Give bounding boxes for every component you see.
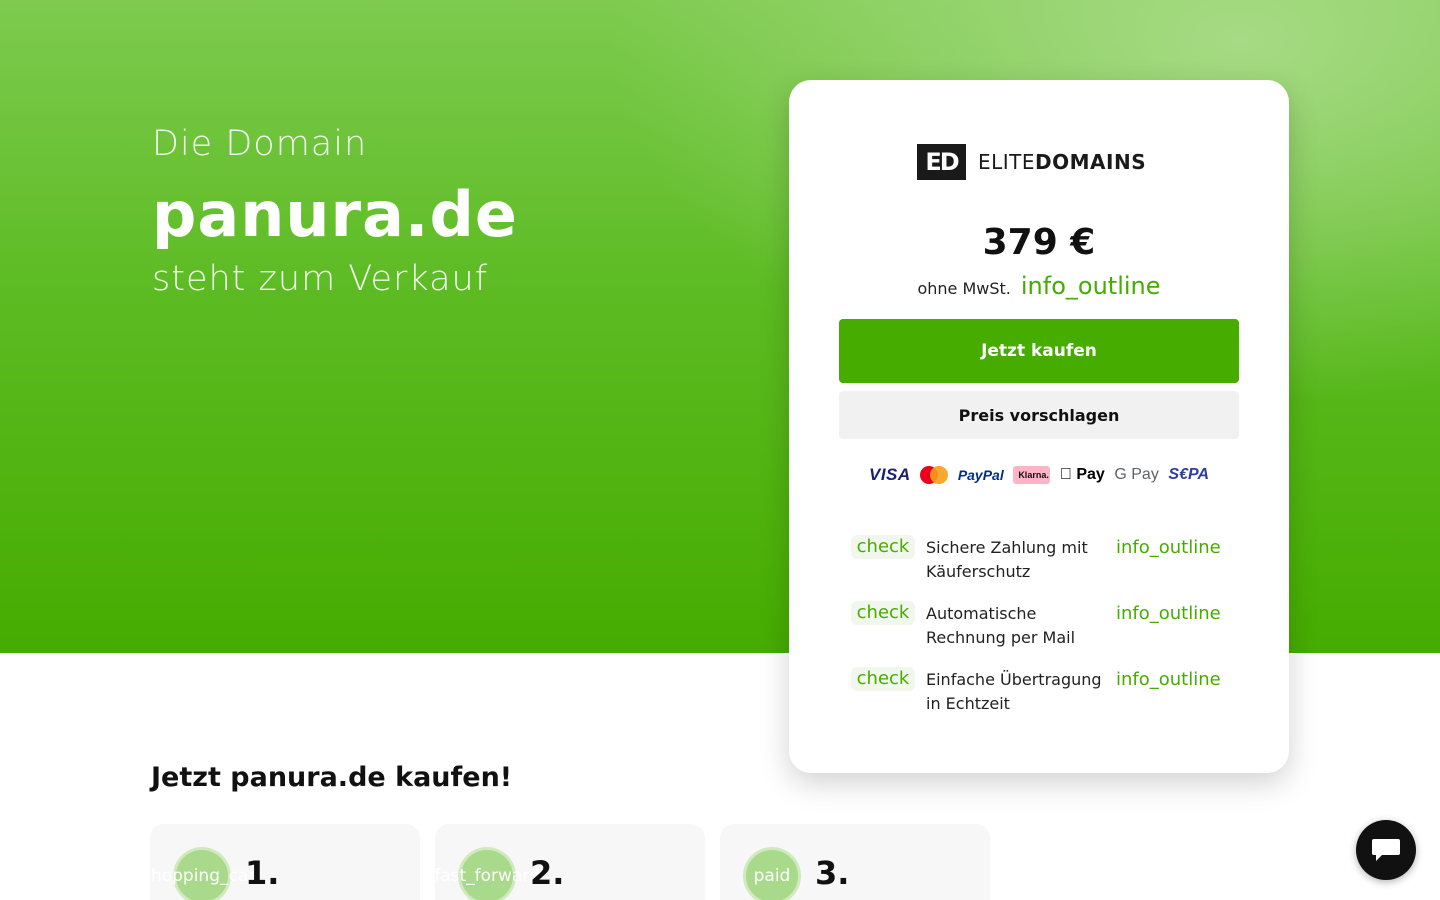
info-icon[interactable]: info_outline (1116, 536, 1221, 560)
check-icon: check (851, 601, 915, 625)
info-icon[interactable]: info_outline (1116, 602, 1221, 626)
feature-text: Automatische Rechnung per Mail (926, 604, 1076, 647)
hero-domain-name: panura.de (152, 178, 518, 251)
feature-text: Einfache Übertragung in Echtzeit (926, 670, 1102, 713)
payment-methods: VISA PayPal Klarna.  Pay G Pay S€PA (869, 464, 1209, 486)
google-pay-icon: G Pay (1111, 466, 1158, 483)
logo-text-bold: DOMAINS (1035, 150, 1147, 174)
step-card: fast_forward 2. (435, 824, 705, 900)
logo-mark: ED (917, 144, 966, 180)
purchase-card: ED ELITEDOMAINS 379 € ohne MwSt. info_ou… (789, 80, 1289, 773)
visa-icon: VISA (869, 465, 911, 484)
elitedomains-logo[interactable]: ED ELITEDOMAINS (917, 144, 1146, 180)
vat-row: ohne MwSt. info_outline (789, 272, 1289, 300)
hero-pre-title: Die Domain (152, 124, 368, 164)
chat-bubble-icon (1372, 839, 1400, 861)
feature-item: check Einfache Übertragung in Echtzeit i… (851, 667, 1231, 716)
sepa-icon: S€PA (1168, 466, 1209, 483)
fast-forward-icon: fast_forward (435, 850, 540, 900)
vat-label: ohne MwSt. (917, 279, 1011, 298)
step-card: shopping_cart 1. (150, 824, 420, 900)
vat-info-icon[interactable]: info_outline (1021, 272, 1161, 300)
hero-post-title: steht zum Verkauf (152, 259, 489, 299)
section-heading: Jetzt panura.de kaufen! (151, 762, 513, 793)
chat-button[interactable] (1356, 820, 1416, 880)
feature-text: Sichere Zahlung mit Käuferschutz (926, 538, 1088, 581)
info-icon[interactable]: info_outline (1116, 668, 1221, 692)
check-icon: check (851, 667, 915, 691)
step-number: 1. (245, 854, 280, 892)
step-number: 2. (530, 854, 565, 892)
shopping-cart-icon: shopping_cart (150, 850, 262, 900)
step-number: 3. (815, 854, 850, 892)
feature-item: check Automatische Rechnung per Mail inf… (851, 601, 1231, 650)
klarna-icon: Klarna. (1013, 466, 1051, 484)
buy-now-button[interactable]: Jetzt kaufen (839, 319, 1239, 383)
paypal-icon: PayPal (957, 467, 1004, 483)
feature-item: check Sichere Zahlung mit Käuferschutz i… (851, 535, 1231, 584)
step-card: paid 3. (720, 824, 990, 900)
logo-text-light: ELITE (978, 150, 1036, 174)
check-icon: check (851, 535, 915, 559)
steps-row: shopping_cart 1. fast_forward 2. paid 3. (150, 824, 1005, 900)
suggest-price-button[interactable]: Preis vorschlagen (839, 391, 1239, 439)
apple-pay-label: Pay (1070, 466, 1104, 483)
apple-pay-icon:  Pay (1060, 466, 1105, 484)
paid-icon: paid (746, 850, 798, 900)
mastercard-icon (920, 466, 949, 484)
logo-wordmark: ELITEDOMAINS (978, 150, 1146, 174)
feature-list: check Sichere Zahlung mit Käuferschutz i… (851, 535, 1231, 734)
price: 379 € (982, 222, 1096, 263)
hero-text: Die Domain panura.de steht zum Verkauf (152, 124, 518, 299)
